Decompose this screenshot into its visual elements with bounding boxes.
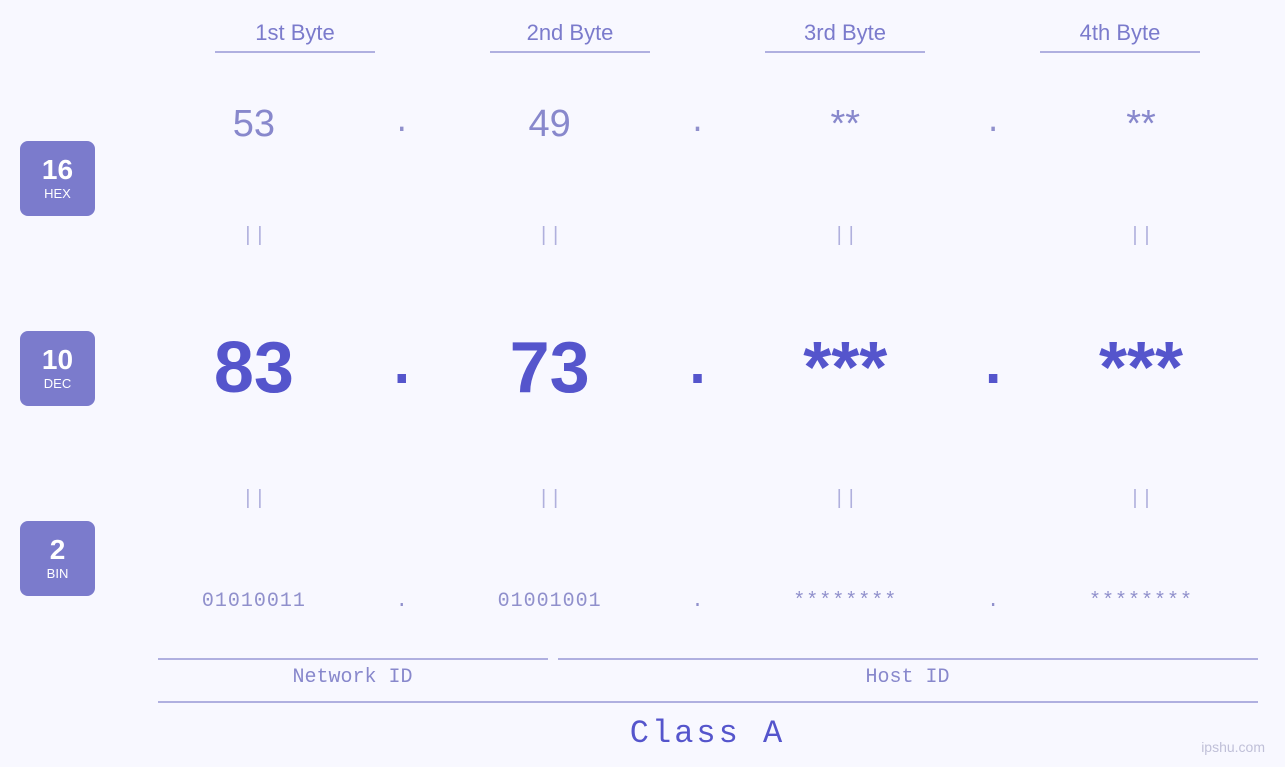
- bracket-3: [735, 51, 955, 53]
- bin-b1: 01010011: [154, 590, 354, 613]
- byte-headers: 1st Byte 2nd Byte 3rd Byte 4th Byte: [158, 20, 1258, 46]
- hex-badge-type: HEX: [44, 186, 71, 201]
- eq1-b3: ||: [745, 225, 945, 248]
- bin-row: 01010011 . 01001001 . ******** . *******…: [140, 590, 1255, 613]
- bracket-1: [185, 51, 405, 53]
- hex-b3: **: [745, 103, 945, 146]
- class-bracket-line: [158, 701, 1258, 703]
- dec-sep-1: .: [382, 338, 422, 398]
- bracket-2: [460, 51, 680, 53]
- dec-row: 83 . 73 . *** . ***: [140, 327, 1255, 409]
- hex-badge: 16 HEX: [20, 141, 95, 216]
- hex-row: 53 . 49 . ** . **: [140, 103, 1255, 146]
- hex-b2: 49: [450, 103, 650, 146]
- dec-badge: 10 DEC: [20, 331, 95, 406]
- bin-sep-1: .: [382, 590, 422, 613]
- network-host-labels: Network ID Host ID: [158, 666, 1258, 689]
- equals-row-1: || || || ||: [140, 225, 1255, 248]
- byte-4-label: 4th Byte: [1010, 20, 1230, 46]
- byte-3-label: 3rd Byte: [735, 20, 955, 46]
- dec-b4: ***: [1041, 327, 1241, 409]
- eq2-b3: ||: [745, 488, 945, 511]
- hex-badge-number: 16: [42, 156, 73, 184]
- bin-sep-2: .: [677, 590, 717, 613]
- dec-b2: 73: [450, 327, 650, 409]
- hex-b4: **: [1041, 103, 1241, 146]
- eq2-b2: ||: [450, 488, 650, 511]
- hex-sep-2: .: [677, 107, 717, 141]
- host-bracket-line: [558, 658, 1258, 660]
- main-container: 1st Byte 2nd Byte 3rd Byte 4th Byte 16 H…: [0, 0, 1285, 767]
- hex-sep-3: .: [973, 107, 1013, 141]
- eq2-b1: ||: [154, 488, 354, 511]
- bracket-4: [1010, 51, 1230, 53]
- class-section: Class A: [158, 701, 1258, 752]
- byte-2-label: 2nd Byte: [460, 20, 680, 46]
- host-id-label: Host ID: [558, 666, 1258, 689]
- class-label: Class A: [158, 715, 1258, 752]
- network-host-section: Network ID Host ID: [158, 658, 1258, 689]
- watermark: ipshu.com: [1201, 739, 1265, 755]
- badges-column: 16 HEX 10 DEC 2 BIN: [0, 63, 140, 653]
- bin-b4: ********: [1041, 590, 1241, 613]
- bin-badge-type: BIN: [47, 566, 69, 581]
- dec-b1: 83: [154, 327, 354, 409]
- hex-sep-1: .: [382, 107, 422, 141]
- dec-badge-number: 10: [42, 346, 73, 374]
- network-bracket-line: [158, 658, 548, 660]
- dec-sep-2: .: [677, 338, 717, 398]
- bin-badge-number: 2: [50, 536, 66, 564]
- eq1-b2: ||: [450, 225, 650, 248]
- header-brackets: [158, 51, 1258, 53]
- dec-badge-type: DEC: [44, 376, 71, 391]
- eq1-b1: ||: [154, 225, 354, 248]
- eq1-b4: ||: [1041, 225, 1241, 248]
- bottom-bracket-lines: [158, 658, 1258, 660]
- byte-1-label: 1st Byte: [185, 20, 405, 46]
- equals-row-2: || || || ||: [140, 488, 1255, 511]
- eq2-b4: ||: [1041, 488, 1241, 511]
- dec-sep-3: .: [973, 338, 1013, 398]
- hex-b1: 53: [154, 103, 354, 146]
- bin-b3: ********: [745, 590, 945, 613]
- bin-sep-3: .: [973, 590, 1013, 613]
- bin-badge: 2 BIN: [20, 521, 95, 596]
- network-id-label: Network ID: [158, 666, 548, 689]
- dec-b3: ***: [745, 327, 945, 409]
- bin-b2: 01001001: [450, 590, 650, 613]
